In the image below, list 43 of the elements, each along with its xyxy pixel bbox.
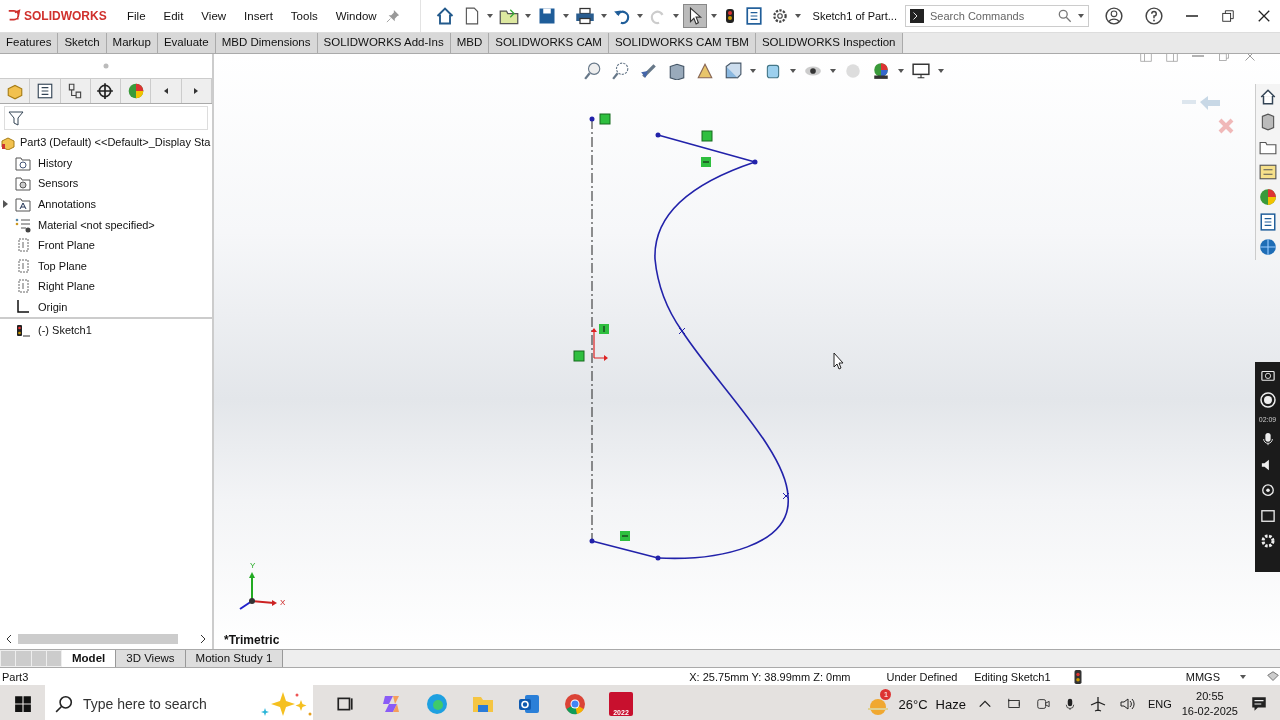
mode-text: Editing Sketch1 xyxy=(974,670,1052,683)
menu-item[interactable]: Tools xyxy=(281,10,327,22)
tree-item[interactable]: Right Plane xyxy=(0,276,212,297)
clock[interactable]: 20:55 16-02-2025 xyxy=(1181,689,1238,719)
command-tab[interactable]: SOLIDWORKS Inspection xyxy=(755,33,903,53)
tree-item[interactable]: Annotations xyxy=(0,193,212,215)
tree-item[interactable]: Origin xyxy=(0,296,212,318)
command-tab[interactable]: SOLIDWORKS CAM TBM xyxy=(608,33,756,53)
command-tab[interactable]: Sketch xyxy=(58,33,107,53)
tree-item[interactable]: History xyxy=(0,152,212,174)
bottom-tab[interactable]: Model xyxy=(62,650,117,667)
menu-item[interactable]: View xyxy=(192,10,236,22)
tree-item[interactable]: (-) Sketch1 xyxy=(0,319,212,340)
command-tab[interactable]: SOLIDWORKS CAM xyxy=(489,33,609,53)
command-tab[interactable]: MBD Dimensions xyxy=(215,33,318,53)
menu-item[interactable]: Insert xyxy=(235,10,282,22)
tree-item[interactable]: Part3 (Default) <<Default>_Display Sta xyxy=(0,132,212,153)
bottom-tab[interactable]: 3D Views xyxy=(116,650,186,667)
tree-item[interactable]: Top Plane xyxy=(0,255,212,277)
tree-item[interactable]: Material <not specified> xyxy=(0,214,212,235)
search-field[interactable]: Search Commands xyxy=(905,5,1089,27)
command-tab[interactable]: Markup xyxy=(106,33,158,53)
tree-item[interactable]: Sensors xyxy=(0,173,212,194)
command-tab[interactable]: Evaluate xyxy=(157,33,216,53)
coordinates-text: X: 25.75mm Y: 38.99mm Z: 0mm xyxy=(689,670,852,683)
tree-item[interactable]: Front Plane xyxy=(0,234,212,256)
sketch-state: Under Defined xyxy=(886,670,959,683)
command-tab[interactable]: MBD xyxy=(450,33,490,53)
document-title: Sketch1 of Part... xyxy=(812,10,897,22)
units-selector[interactable]: MMGS xyxy=(1185,670,1220,683)
app-logo-text: SOLIDWORKS xyxy=(24,9,107,23)
taskbar-search-field[interactable]: Type here to search xyxy=(45,685,313,720)
view-name: *Trimetric xyxy=(224,633,280,647)
axis-label: Y xyxy=(250,561,256,570)
document-name: Part3 xyxy=(1,670,30,683)
menu-item[interactable]: Window xyxy=(326,10,386,22)
axis-label: X xyxy=(280,598,286,607)
language-indicator[interactable]: ENG xyxy=(1147,698,1172,710)
command-tab[interactable]: Features xyxy=(0,33,59,53)
menu-item[interactable]: File xyxy=(118,10,155,22)
command-tab[interactable]: SOLIDWORKS Add-Ins xyxy=(317,33,451,53)
bottom-tab[interactable]: Motion Study 1 xyxy=(185,650,284,667)
menu-item[interactable]: Edit xyxy=(154,10,193,22)
